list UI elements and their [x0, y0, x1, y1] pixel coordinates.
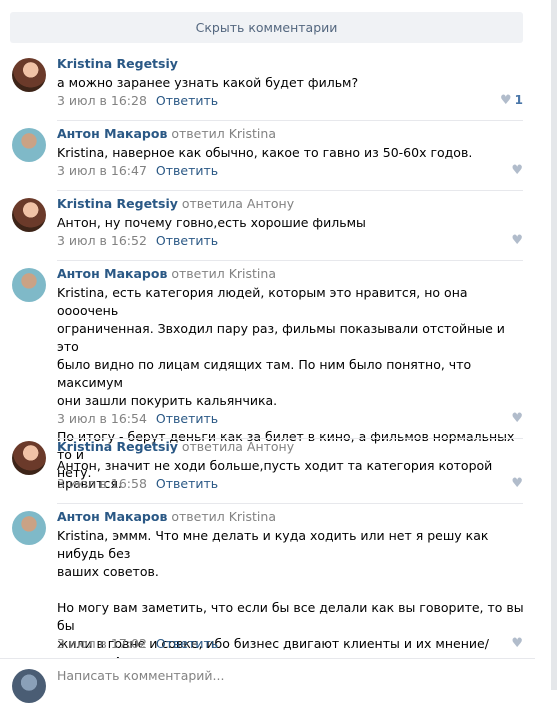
reply-to-label[interactable]: ответила Антону	[178, 439, 294, 454]
author-name[interactable]: Kristina Regetsiy	[57, 439, 178, 454]
comment-meta: 3 июл в 16:58 Ответить	[57, 476, 218, 491]
comment-author-line: Антон Макаров ответил Kristina	[57, 266, 276, 281]
comment-date[interactable]: 3 июл в 16:52	[57, 233, 147, 248]
author-name[interactable]: Kristina Regetsiy	[57, 56, 178, 71]
reply-to-label[interactable]: ответил Kristina	[167, 509, 276, 524]
like-button[interactable]: ♥	[493, 636, 523, 651]
reply-to-label[interactable]: ответил Kristina	[167, 266, 276, 281]
comment-divider	[57, 503, 523, 504]
hide-comments-button[interactable]: Скрыть комментарии	[10, 12, 523, 43]
comment-text: а можно заранее узнать какой будет фильм…	[57, 75, 359, 90]
avatar[interactable]	[12, 511, 46, 545]
like-button[interactable]: ♥	[493, 476, 523, 491]
scrollbar-track[interactable]	[551, 0, 557, 690]
author-name[interactable]: Антон Макаров	[57, 266, 167, 281]
heart-icon: ♥	[511, 476, 523, 491]
heart-icon: ♥	[511, 636, 523, 651]
comment-text: Антон, ну почему говно,есть хорошие филь…	[57, 215, 366, 230]
reply-button[interactable]: Ответить	[156, 93, 218, 108]
comment-date[interactable]: 3 июл в 16:28	[57, 93, 147, 108]
avatar[interactable]	[12, 128, 46, 162]
comment-date[interactable]: 3 июл в 16:54	[57, 411, 147, 426]
avatar[interactable]	[12, 198, 46, 232]
like-button[interactable]: ♥	[493, 411, 523, 426]
comment-author-line: Kristina Regetsiy	[57, 56, 178, 71]
comment-divider	[57, 260, 523, 261]
comment-author-line: Антон Макаров ответил Kristina	[57, 509, 276, 524]
comment-divider	[57, 120, 523, 121]
comment-meta: 3 июл в 16:52 Ответить	[57, 233, 218, 248]
comment-date[interactable]: 3 июл в 17:02	[57, 636, 147, 651]
comment-meta: 3 июл в 17:02 Ответить	[57, 636, 218, 651]
heart-icon: ♥	[511, 233, 523, 248]
comment-meta: 3 июл в 16:28 Ответить	[57, 93, 218, 108]
comment-date[interactable]: 3 июл в 16:58	[57, 476, 147, 491]
like-button[interactable]: ♥ 1	[493, 93, 523, 108]
avatar[interactable]	[12, 441, 46, 475]
author-name[interactable]: Kristina Regetsiy	[57, 196, 178, 211]
comment-meta: 3 июл в 16:54 Ответить	[57, 411, 218, 426]
comment-author-line: Kristina Regetsiy ответила Антону	[57, 439, 294, 454]
comment-author-line: Kristina Regetsiy ответила Антону	[57, 196, 294, 211]
reply-to-label[interactable]: ответил Kristina	[167, 126, 276, 141]
comment-author-line: Антон Макаров ответил Kristina	[57, 126, 276, 141]
author-name[interactable]: Антон Макаров	[57, 509, 167, 524]
comment-input[interactable]: Написать комментарий...	[57, 668, 224, 683]
author-name[interactable]: Антон Макаров	[57, 126, 167, 141]
heart-icon: ♥	[499, 93, 512, 108]
comment-date[interactable]: 3 июл в 16:47	[57, 163, 147, 178]
reply-button[interactable]: Ответить	[156, 636, 218, 651]
comment-text: Kristina, наверное как обычно, какое то …	[57, 145, 473, 160]
reply-button[interactable]: Ответить	[156, 476, 218, 491]
like-count: 1	[514, 93, 523, 107]
heart-icon: ♥	[511, 411, 523, 426]
like-button[interactable]: ♥	[493, 163, 523, 178]
avatar[interactable]	[12, 268, 46, 302]
reply-to-label[interactable]: ответила Антону	[178, 196, 294, 211]
comment-divider	[57, 190, 523, 191]
avatar[interactable]	[12, 58, 46, 92]
current-user-avatar	[12, 669, 46, 703]
like-button[interactable]: ♥	[493, 233, 523, 248]
reply-button[interactable]: Ответить	[156, 411, 218, 426]
reply-button[interactable]: Ответить	[156, 163, 218, 178]
comment-composer[interactable]: Написать комментарий...	[0, 658, 535, 703]
comment-meta: 3 июл в 16:47 Ответить	[57, 163, 218, 178]
heart-icon: ♥	[511, 163, 523, 178]
reply-button[interactable]: Ответить	[156, 233, 218, 248]
